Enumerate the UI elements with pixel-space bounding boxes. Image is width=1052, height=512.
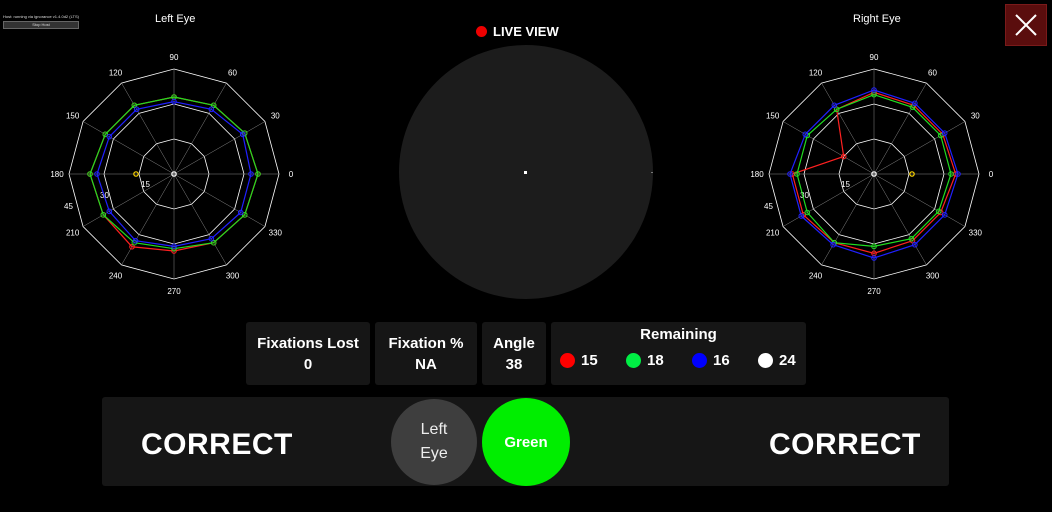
- angle-tick-label: 30: [271, 112, 280, 121]
- remaining-red-value: 15: [581, 352, 598, 369]
- live-dot-icon: [476, 26, 487, 37]
- angle-tick-label: 150: [66, 112, 80, 121]
- white-dot-icon: [758, 353, 773, 368]
- remaining-item-blue: 16: [692, 352, 730, 369]
- left-eye-title: Left Eye: [155, 13, 196, 25]
- angle-tick-label: 180: [750, 170, 764, 179]
- angle-tick-label: 90: [170, 53, 179, 62]
- red-dot-icon: [560, 353, 575, 368]
- ring-value-label: 45: [64, 202, 73, 211]
- grid-spoke: [82, 173, 175, 227]
- right-eye-title: Right Eye: [853, 13, 901, 25]
- eye-toggle-button[interactable]: Left Eye: [391, 399, 477, 485]
- right-eye-polar-chart: 9060300330300270240210180150120453015: [750, 53, 994, 296]
- grid-spoke: [173, 121, 266, 175]
- host-status-text: Host: running via ignorance v1.4.0d2 (LT…: [3, 14, 79, 19]
- grid-spoke: [873, 173, 966, 227]
- live-view-label: LIVE VIEW: [493, 24, 559, 39]
- camera-edge-marker: [651, 172, 653, 173]
- left-eye-polar-chart: 9060300330300270240210180150120453015: [50, 53, 294, 296]
- stop-host-button[interactable]: Stop Host: [3, 21, 79, 29]
- ring-value-label: 15: [141, 180, 150, 189]
- grid-spoke: [173, 173, 266, 227]
- angle-panel: Angle 38: [482, 322, 546, 385]
- remaining-item-red: 15: [560, 352, 598, 369]
- ring-value-label: 15: [841, 180, 850, 189]
- grid-spoke: [821, 82, 875, 175]
- angle-tick-label: 300: [926, 271, 940, 280]
- angle-tick-label: 210: [766, 229, 780, 238]
- grid-spoke: [173, 173, 227, 266]
- angle-tick-label: 120: [809, 69, 823, 78]
- angle-tick-label: 240: [109, 271, 123, 280]
- angle-label: Angle: [493, 334, 535, 352]
- angle-tick-label: 90: [870, 53, 879, 62]
- fixation-percent-label: Fixation %: [388, 334, 464, 352]
- eye-toggle-line1: Left: [420, 421, 448, 438]
- remaining-item-white: 24: [758, 352, 796, 369]
- blue-dot-icon: [692, 353, 707, 368]
- color-toggle-label: Green: [504, 433, 548, 451]
- angle-tick-label: 0: [989, 170, 994, 179]
- grid-spoke: [82, 121, 175, 175]
- angle-tick-label: 210: [66, 229, 80, 238]
- green-dot-icon: [626, 353, 641, 368]
- color-toggle-button[interactable]: Green: [482, 398, 570, 486]
- fixations-lost-panel: Fixations Lost 0: [246, 322, 370, 385]
- left-correct-button[interactable]: CORRECT: [141, 428, 293, 462]
- angle-tick-label: 240: [809, 271, 823, 280]
- fixation-percent-panel: Fixation % NA: [375, 322, 477, 385]
- right-correct-button[interactable]: CORRECT: [769, 428, 921, 462]
- angle-tick-label: 120: [109, 69, 123, 78]
- live-view-indicator: LIVE VIEW: [476, 24, 559, 39]
- angle-value: 38: [505, 355, 523, 373]
- close-button[interactable]: [1005, 4, 1047, 46]
- grid-spoke: [121, 82, 175, 175]
- remaining-panel: Remaining 15 18 16 24: [551, 322, 806, 385]
- host-status-panel: Host: running via ignorance v1.4.0d2 (LT…: [3, 14, 79, 29]
- grid-spoke: [873, 121, 966, 175]
- angle-tick-label: 30: [971, 112, 980, 121]
- eye-toggle-line2: Eye: [420, 445, 448, 462]
- remaining-green-value: 18: [647, 352, 664, 369]
- angle-tick-label: 330: [269, 229, 283, 238]
- remaining-white-value: 24: [779, 352, 796, 369]
- remaining-item-green: 18: [626, 352, 664, 369]
- angle-tick-label: 330: [969, 229, 983, 238]
- fixation-percent-value: NA: [415, 355, 437, 373]
- angle-tick-label: 0: [289, 170, 294, 179]
- remaining-blue-value: 16: [713, 352, 730, 369]
- angle-tick-label: 150: [766, 112, 780, 121]
- remaining-title: Remaining: [640, 326, 717, 343]
- angle-tick-label: 300: [226, 271, 240, 280]
- close-icon: [1015, 14, 1037, 36]
- angle-tick-label: 270: [867, 287, 881, 296]
- angle-tick-label: 60: [928, 69, 937, 78]
- ring-value-label: 45: [764, 202, 773, 211]
- fixations-lost-label: Fixations Lost: [257, 334, 359, 352]
- fixations-lost-value: 0: [303, 355, 313, 373]
- fixation-point: [524, 171, 527, 174]
- angle-tick-label: 60: [228, 69, 237, 78]
- grid-spoke: [173, 82, 227, 175]
- angle-tick-label: 180: [50, 170, 64, 179]
- angle-tick-label: 270: [167, 287, 181, 296]
- live-camera-view: [399, 45, 653, 299]
- grid-spoke: [782, 121, 875, 175]
